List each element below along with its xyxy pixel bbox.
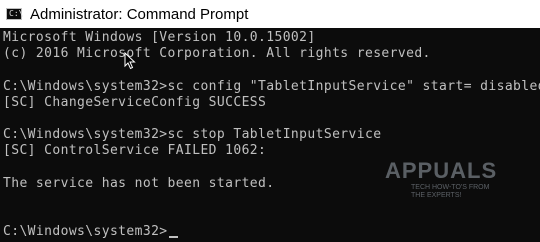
console-line: C:\Windows\system32>sc stop TabletInputS… (3, 127, 382, 142)
console-line: (c) 2016 Microsoft Corporation. All righ… (3, 46, 431, 61)
text-cursor (168, 236, 178, 238)
console-line: The service has not been started. (3, 176, 275, 191)
console-line: [SC] ChangeServiceConfig SUCCESS (3, 95, 267, 110)
cmd-icon-glyph: C:\ (9, 9, 24, 18)
console-output[interactable]: Microsoft Windows [Version 10.0.15002] (… (0, 28, 540, 242)
window-title: Administrator: Command Prompt (30, 5, 249, 23)
console-line: [SC] ControlService FAILED 1062: (3, 143, 267, 158)
mouse-pointer-icon (124, 52, 136, 70)
prompt-line[interactable]: C:\Windows\system32> (3, 224, 178, 240)
prompt-text: C:\Windows\system32> (3, 224, 168, 239)
command-prompt-window: C:\ Administrator: Command Prompt Micros… (0, 0, 540, 242)
title-bar[interactable]: C:\ Administrator: Command Prompt (0, 0, 540, 28)
console-line: C:\Windows\system32>sc config "TabletInp… (3, 79, 540, 94)
console-line: Microsoft Windows [Version 10.0.15002] (3, 30, 316, 45)
cmd-icon: C:\ (6, 8, 24, 20)
